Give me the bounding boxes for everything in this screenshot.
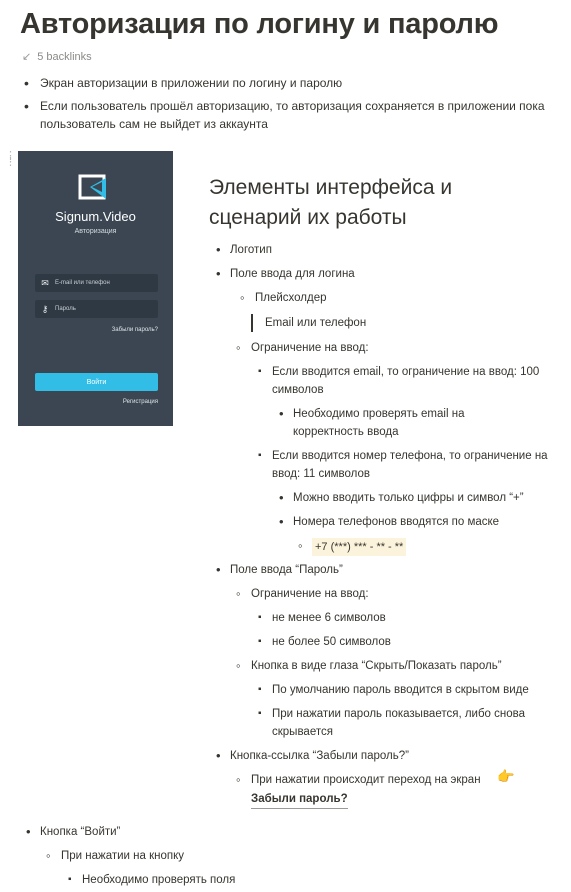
list-item: Необходимо проверять email на корректнос… [279,405,508,441]
pointing-hand-icon: 👉 [497,768,515,784]
mockup-register-link: Регистрация [122,399,158,405]
backlink-arrow-icon: ↙ [22,51,32,63]
mockup-forgot-link: Забыли пароль? [111,327,158,333]
list-item: Кнопка в виде глаза “Скрыть/Показать пар… [236,657,502,675]
list-item: Необходимо проверять поля [68,871,235,889]
list-item: Ограничение на ввод: [236,339,368,357]
list-item: Экран авторизации в приложении по логину… [22,74,557,92]
list-item: не более 50 символов [258,633,391,651]
list-item: Можно вводить только цифры и символ “+” [279,489,524,507]
list-item: Номера телефонов вводятся по маске [279,513,499,531]
section-heading: Элементы интерфейса и сценарий их работы [209,176,453,229]
mail-icon: ✉ [41,277,49,288]
intro-list: Экран авторизации в приложении по логину… [22,74,557,138]
list-item: При нажатии происходит переход на экран [236,771,481,789]
placeholder-quote: Email или телефон [251,314,366,332]
key-icon: ⚷ [41,303,49,314]
list-item: Поле ввода “Пароль” [216,561,343,579]
list-item: При нажатии пароль показывается, либо сн… [258,705,542,741]
forgot-password-page-link[interactable]: Забыли пароль? [251,790,348,809]
list-item: не менее 6 символов [258,609,386,627]
list-item: По умолчанию пароль вводится в скрытом в… [258,681,529,699]
list-item: Если вводится email, то ограничение на в… [258,363,557,399]
page-title: Авторизация по логину и паролю [20,8,499,40]
list-item: Если пользователь прошёл авторизацию, то… [22,97,557,133]
list-item: Логотип [216,241,272,259]
mockup-password-field: ⚷ Пароль [35,300,158,318]
mockup-login-button: Войти [35,373,158,391]
mockup-subtitle: Авторизация [74,228,117,235]
signum-logo-icon [78,174,106,200]
mockup-password-placeholder: Пароль [55,306,76,312]
list-item: Если вводится номер телефона, то огранич… [258,447,552,483]
list-item: Кнопка “Войти” [26,823,120,841]
mockup-login-placeholder: E-mail или телефон [55,280,110,286]
mockup-login-field: ✉ E-mail или телефон [35,274,158,292]
list-item: Кнопка-ссылка “Забыли пароль?” [216,747,409,765]
list-item: При нажатии на кнопку [46,847,184,865]
list-item: Плейсхолдер [240,289,326,307]
mockup-brand: Signum.Video [55,209,136,224]
phone-mask: +7 (***) *** - ** - ** [312,538,407,556]
backlinks-label: 5 backlinks [37,50,92,63]
backlinks[interactable]: ↙ 5 backlinks [22,50,92,64]
login-screen-mockup: Signum.Video Авторизация ✉ E-mail или те… [18,151,173,426]
list-item: Ограничение на ввод: [236,585,368,603]
list-item: Поле ввода для логина [216,265,355,283]
